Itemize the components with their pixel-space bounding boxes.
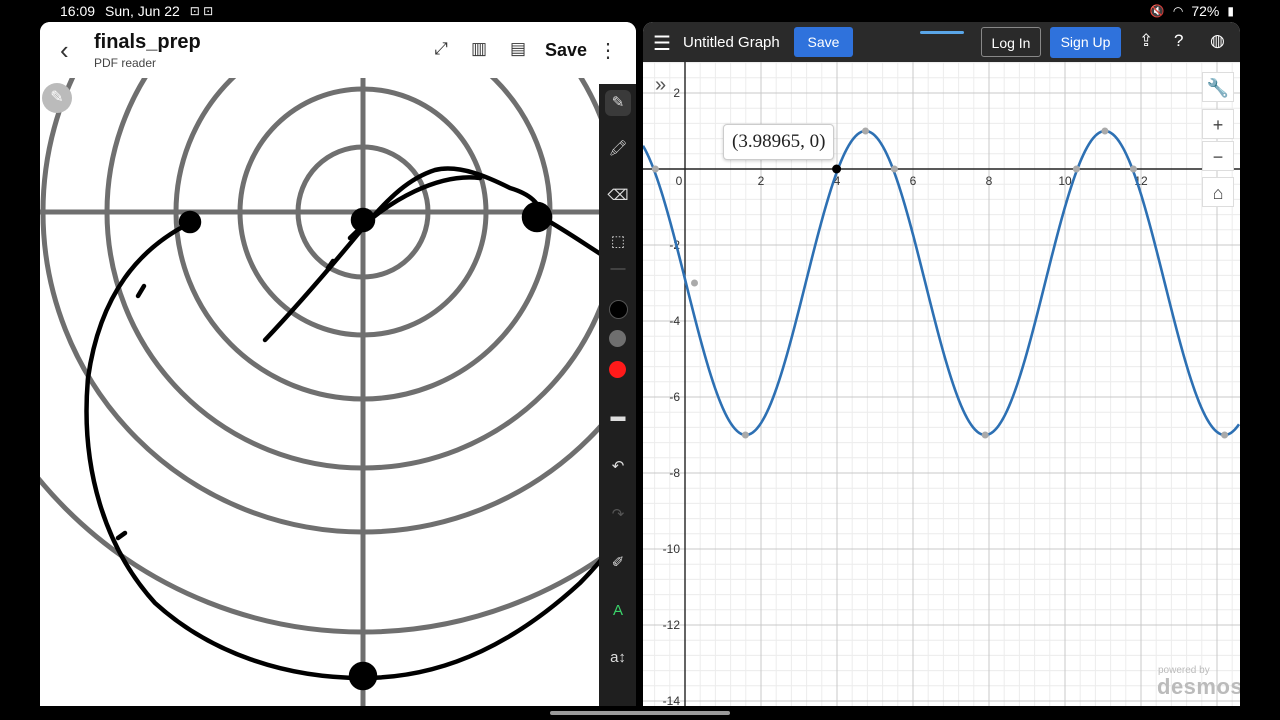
eraser-icon[interactable]: ⌫ xyxy=(605,183,631,209)
pen-tool-icon[interactable]: ✎ xyxy=(605,90,631,116)
y-tick-label: 2 xyxy=(673,86,680,100)
mute-icon: 🔇 xyxy=(1149,4,1165,18)
point-of-interest xyxy=(1101,127,1109,135)
menu-icon[interactable]: ☰ xyxy=(653,31,671,56)
drag-handle[interactable] xyxy=(920,31,964,34)
wifi-icon: ◠ xyxy=(1172,4,1184,18)
home-indicator[interactable] xyxy=(550,711,730,715)
toolbar-divider: — xyxy=(610,260,626,277)
stroke-width-icon[interactable]: ▬ xyxy=(605,404,631,430)
pen-mode-icon[interactable]: ✎ xyxy=(42,83,72,113)
signup-button[interactable]: Sign Up xyxy=(1050,27,1121,58)
redo-icon[interactable]: ↷ xyxy=(605,502,631,528)
y-tick-label: -4 xyxy=(669,314,680,328)
desmos-header: ☰ Untitled Graph Save Log In Sign Up ⇪ ?… xyxy=(643,22,1240,62)
x-tick-label: 2 xyxy=(758,174,765,188)
login-button[interactable]: Log In xyxy=(981,27,1041,57)
y-tick-label: -10 xyxy=(663,542,681,556)
cosine-curve xyxy=(643,129,1240,437)
document-title: finals_prep xyxy=(94,31,201,53)
point-of-interest xyxy=(691,279,698,287)
screenshot-icon: ⊡ ⊡ xyxy=(189,4,214,18)
undo-icon[interactable]: ↶ xyxy=(605,454,631,480)
more-options-icon[interactable]: ⋮ xyxy=(598,38,618,63)
pen-toolbar: ✎ 🖍 ⌫ ⬚ — ▬ ↶ ↷ ✐ A a↕ xyxy=(599,84,636,706)
desmos-pane: ☰ Untitled Graph Save Log In Sign Up ⇪ ?… xyxy=(643,22,1240,706)
handwritten-strokes xyxy=(84,166,600,691)
color-red-swatch[interactable] xyxy=(609,361,626,378)
battery-icon: ▮ xyxy=(1227,4,1234,18)
language-globe-icon[interactable]: ◍ xyxy=(1210,31,1225,51)
y-tick-label: -8 xyxy=(669,466,680,480)
help-icon[interactable]: ? xyxy=(1174,31,1183,51)
document-subtitle: PDF reader xyxy=(94,56,157,70)
status-time: 16:09 xyxy=(60,3,96,19)
expand-expression-list-icon[interactable]: » xyxy=(655,74,666,97)
status-bar: 16:09 Sun, Jun 22 ⊡ ⊡ 🔇 ◠ 72% ▮ xyxy=(0,0,1280,22)
zoom-out-icon[interactable]: − xyxy=(1202,141,1234,171)
point-coordinate-tooltip: (3.98965, 0) xyxy=(723,124,835,160)
x-tick-label: 8 xyxy=(986,174,993,188)
y-tick-label: -14 xyxy=(663,694,681,706)
desmos-save-button[interactable]: Save xyxy=(794,27,853,57)
drawing-canvas[interactable] xyxy=(40,78,600,706)
point-of-interest xyxy=(1072,165,1080,173)
highlighter-icon[interactable]: 🖍 xyxy=(605,136,631,162)
x-tick-label: 0 xyxy=(676,174,683,188)
expand-icon[interactable]: ⤢ xyxy=(430,38,452,60)
y-tick-label: -6 xyxy=(669,390,680,404)
y-tick-label: -12 xyxy=(663,618,681,632)
point-of-interest xyxy=(1129,165,1137,173)
page-view-icon[interactable]: ▤ xyxy=(507,38,529,60)
graph-title[interactable]: Untitled Graph xyxy=(683,34,780,51)
split-view-icon[interactable]: ▥ xyxy=(468,38,490,60)
color-black-swatch[interactable] xyxy=(609,300,628,319)
text-insert-icon[interactable]: a↕ xyxy=(605,645,631,671)
point-of-interest xyxy=(741,431,749,439)
desmos-logo: desmos xyxy=(1157,674,1240,699)
lasso-select-icon[interactable]: ⬚ xyxy=(605,229,631,255)
wrench-settings-icon[interactable]: 🔧 xyxy=(1202,72,1234,102)
status-date: Sun, Jun 22 xyxy=(105,3,180,19)
marker-icon[interactable]: ✐ xyxy=(605,550,631,576)
point-of-interest xyxy=(651,165,659,173)
selected-point xyxy=(832,164,842,174)
battery-level: 72% xyxy=(1191,3,1220,19)
x-tick-label: 6 xyxy=(910,174,917,188)
text-style-icon[interactable]: A xyxy=(605,598,631,624)
pdf-header: ‹ finals_prep PDF reader ⤢ ▥ ▤ Save ⋮ xyxy=(40,22,636,78)
point-of-interest xyxy=(1221,431,1229,439)
polar-grid xyxy=(40,78,600,706)
point-of-interest xyxy=(981,431,989,439)
back-icon[interactable]: ‹ xyxy=(60,36,84,64)
point-of-interest xyxy=(862,127,869,135)
color-gray-swatch[interactable] xyxy=(609,330,626,347)
point-of-interest xyxy=(890,165,898,173)
pdf-reader-pane: ‹ finals_prep PDF reader ⤢ ▥ ▤ Save ⋮ ✎ xyxy=(40,22,636,706)
share-icon[interactable]: ⇪ xyxy=(1139,31,1153,51)
zoom-in-icon[interactable]: + xyxy=(1202,109,1234,139)
x-tick-label: 10 xyxy=(1058,174,1072,188)
pdf-save-button[interactable]: Save xyxy=(545,40,587,61)
home-zoom-icon[interactable]: ⌂ xyxy=(1202,177,1234,207)
